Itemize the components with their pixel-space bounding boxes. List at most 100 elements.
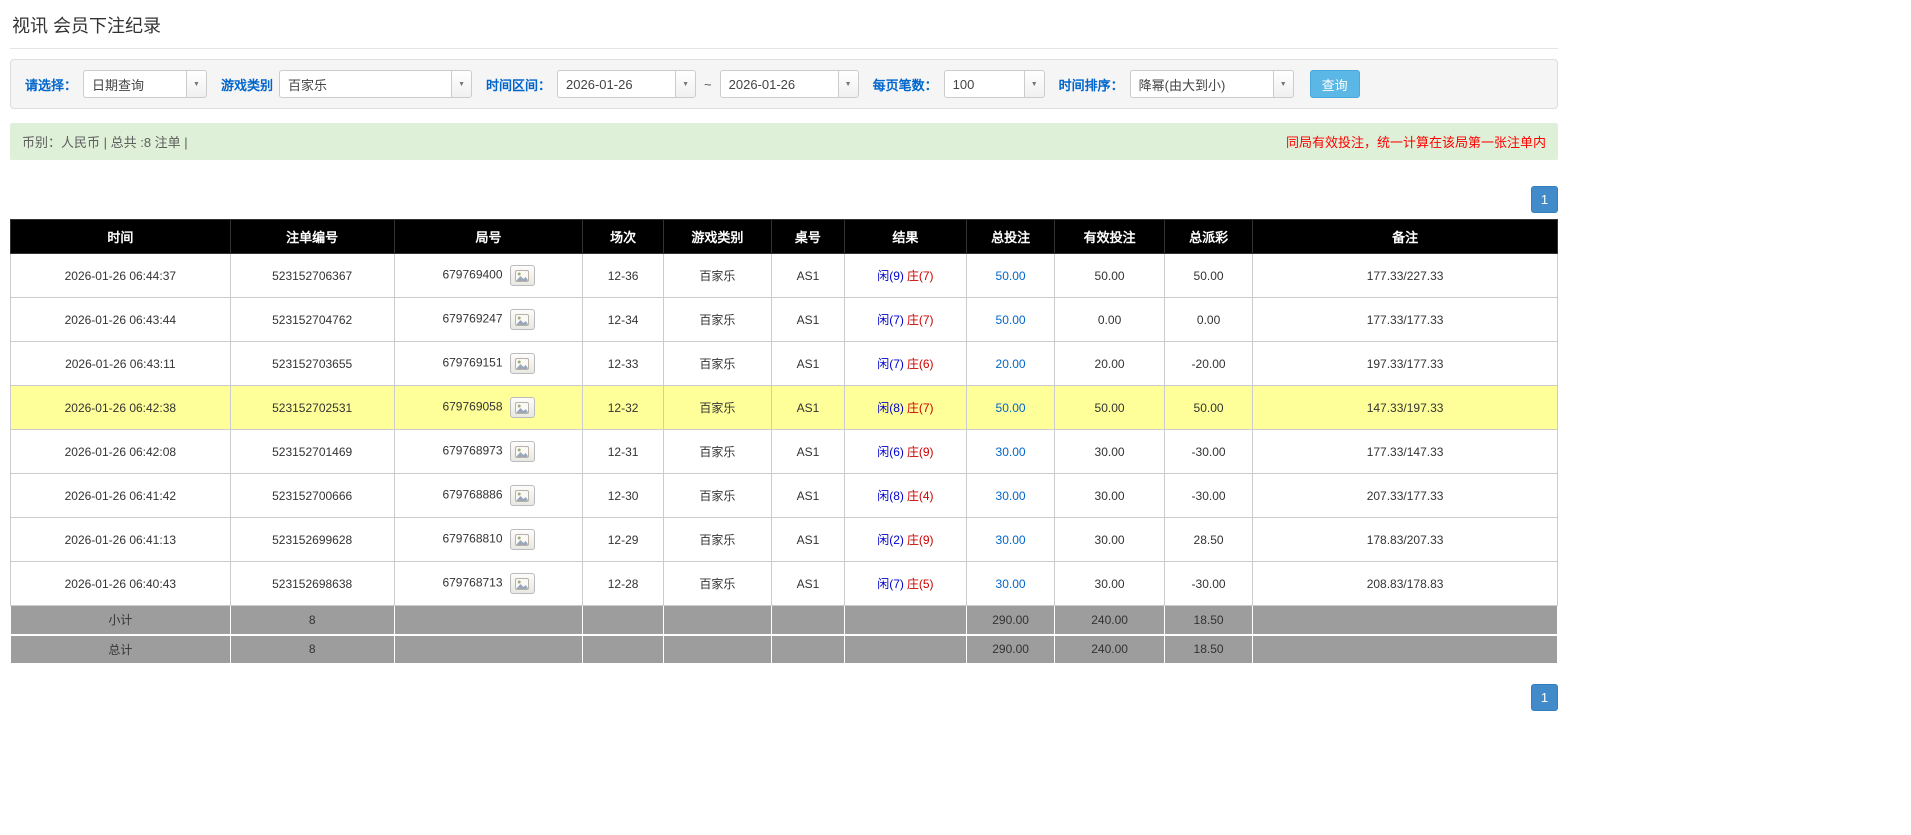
table-row: 2026-01-26 06:41:13 523152699628 679768810…: [10, 517, 1558, 562]
total-bet-link[interactable]: 20.00: [996, 357, 1026, 371]
table-row: 2026-01-26 06:43:44 523152704762 679769247…: [10, 297, 1558, 342]
time-sort-combobox: ▼: [1129, 70, 1294, 98]
date-to-input[interactable]: [719, 70, 838, 98]
result-banker: 庄(5): [906, 577, 934, 591]
time-sort-input[interactable]: [1129, 70, 1273, 98]
cell-table-no: AS1: [771, 561, 845, 606]
cell-total-bet: 50.00: [965, 297, 1056, 342]
game-type-input[interactable]: [279, 70, 452, 98]
cell-bet-id: 523152702531: [229, 385, 395, 430]
total-empty-round: [393, 633, 584, 664]
cell-total-bet: 20.00: [965, 341, 1056, 386]
replay-button[interactable]: [509, 353, 535, 374]
round-number: 679768973: [442, 443, 503, 458]
cell-table-no: AS1: [771, 341, 845, 386]
replay-button[interactable]: [509, 529, 535, 550]
cell-bet-id: 523152704762: [229, 297, 395, 342]
cell-table-no: AS1: [771, 473, 845, 518]
time-sort-dropdown-toggle[interactable]: ▼: [1272, 70, 1294, 98]
page-button[interactable]: 1: [1531, 186, 1558, 213]
caret-down-icon: ▼: [458, 80, 465, 88]
select-type-input[interactable]: [83, 70, 187, 98]
page-title: 视讯 会员下注纪录: [12, 16, 162, 36]
per-page-dropdown-toggle[interactable]: ▼: [1023, 70, 1045, 98]
table-row: 2026-01-26 06:42:38 523152702531 679769058…: [10, 385, 1558, 430]
replay-button[interactable]: [509, 397, 535, 418]
date-to-dropdown-toggle[interactable]: ▼: [837, 70, 859, 98]
cell-round: 679768973: [393, 429, 584, 474]
cell-payout: 0.00: [1163, 297, 1254, 342]
date-from-combobox: ▼: [557, 70, 697, 98]
replay-film-icon: [515, 533, 530, 546]
cell-bet-id: 523152699628: [229, 517, 395, 562]
cell-session: 12-34: [582, 297, 664, 342]
cell-time: 2026-01-26 06:42:08: [10, 429, 231, 474]
total-bet-link[interactable]: 30.00: [996, 577, 1026, 591]
cell-time: 2026-01-26 06:43:11: [10, 341, 231, 386]
result-player: 闲(6): [877, 445, 904, 459]
caret-down-icon: ▼: [1030, 80, 1038, 88]
cell-total-bet: 50.00: [965, 385, 1056, 430]
cell-game-type: 百家乐: [662, 561, 773, 606]
cell-payout: 50.00: [1163, 385, 1254, 430]
cell-note: 177.33/177.33: [1252, 297, 1558, 342]
total-bet-link[interactable]: 50.00: [996, 313, 1026, 327]
cell-time: 2026-01-26 06:44:37: [10, 253, 231, 298]
select-type-dropdown-toggle[interactable]: ▼: [186, 70, 208, 98]
result-player: 闲(8): [877, 401, 904, 415]
summary-currency-info: 币别：人民币 | 总共 :8 注单 |: [22, 135, 188, 150]
cell-session: 12-28: [582, 561, 664, 606]
cell-result: 闲(6) 庄(9): [843, 429, 967, 474]
replay-button[interactable]: [509, 309, 535, 330]
total-label: 总计: [10, 633, 231, 664]
total-bet-link[interactable]: 30.00: [996, 445, 1026, 459]
cell-result: 闲(9) 庄(7): [843, 253, 967, 298]
per-page-input[interactable]: [943, 70, 1024, 98]
cell-time: 2026-01-26 06:42:38: [10, 385, 231, 430]
total-bet-link[interactable]: 30.00: [996, 533, 1026, 547]
replay-button[interactable]: [509, 573, 535, 594]
cell-bet-id: 523152700666: [229, 473, 395, 518]
subtotal-empty-session: [582, 605, 664, 635]
result-player: 闲(2): [877, 533, 904, 547]
select-type-label: 请选择：: [25, 77, 78, 93]
summary-bar: 币别：人民币 | 总共 :8 注单 | 同局有效投注，统一计算在该局第一张注单内: [10, 123, 1558, 160]
cell-round: 679769400: [393, 253, 584, 298]
subtotal-count: 8: [229, 605, 395, 635]
replay-film-icon: [515, 577, 530, 590]
result-banker: 庄(9): [906, 533, 934, 547]
result-player: 闲(7): [877, 357, 904, 371]
replay-button[interactable]: [509, 265, 535, 286]
replay-film-icon: [515, 313, 530, 326]
result-banker: 庄(9): [906, 445, 934, 459]
col-header-round: 局号: [393, 219, 584, 254]
replay-button[interactable]: [509, 485, 535, 506]
cell-round: 679768713: [393, 561, 584, 606]
replay-film-icon: [515, 357, 530, 370]
total-bet-link[interactable]: 30.00: [996, 489, 1026, 503]
game-type-label: 游戏类别: [221, 77, 274, 93]
cell-result: 闲(8) 庄(7): [843, 385, 967, 430]
date-from-input[interactable]: [557, 70, 676, 98]
betting-records-table: 时间 注单编号 局号 场次 游戏类别 桌号 结果 总投注 有效投注 总派彩 备注…: [10, 219, 1558, 664]
total-bet-link[interactable]: 50.00: [996, 401, 1026, 415]
search-button[interactable]: 查询: [1309, 70, 1360, 98]
total-count: 8: [229, 633, 395, 664]
summary-notice: 同局有效投注，统一计算在该局第一张注单内: [1285, 135, 1546, 150]
page-button[interactable]: 1: [1531, 684, 1558, 711]
result-player: 闲(9): [877, 269, 904, 283]
cell-time: 2026-01-26 06:43:44: [10, 297, 231, 342]
cell-valid-bet: 20.00: [1054, 341, 1165, 386]
col-header-time: 时间: [10, 219, 231, 254]
date-from-dropdown-toggle[interactable]: ▼: [675, 70, 697, 98]
cell-total-bet: 50.00: [965, 253, 1056, 298]
total-bet-link[interactable]: 50.00: [996, 269, 1026, 283]
cell-valid-bet: 30.00: [1054, 429, 1165, 474]
caret-down-icon: ▼: [193, 80, 200, 88]
cell-game-type: 百家乐: [662, 341, 773, 386]
subtotal-valid-bet: 240.00: [1054, 605, 1165, 635]
replay-button[interactable]: [509, 441, 535, 462]
total-empty-game: [662, 633, 773, 664]
game-type-dropdown-toggle[interactable]: ▼: [451, 70, 473, 98]
subtotal-row: 小计 8 290.00 240.00 18.50: [10, 605, 1558, 635]
